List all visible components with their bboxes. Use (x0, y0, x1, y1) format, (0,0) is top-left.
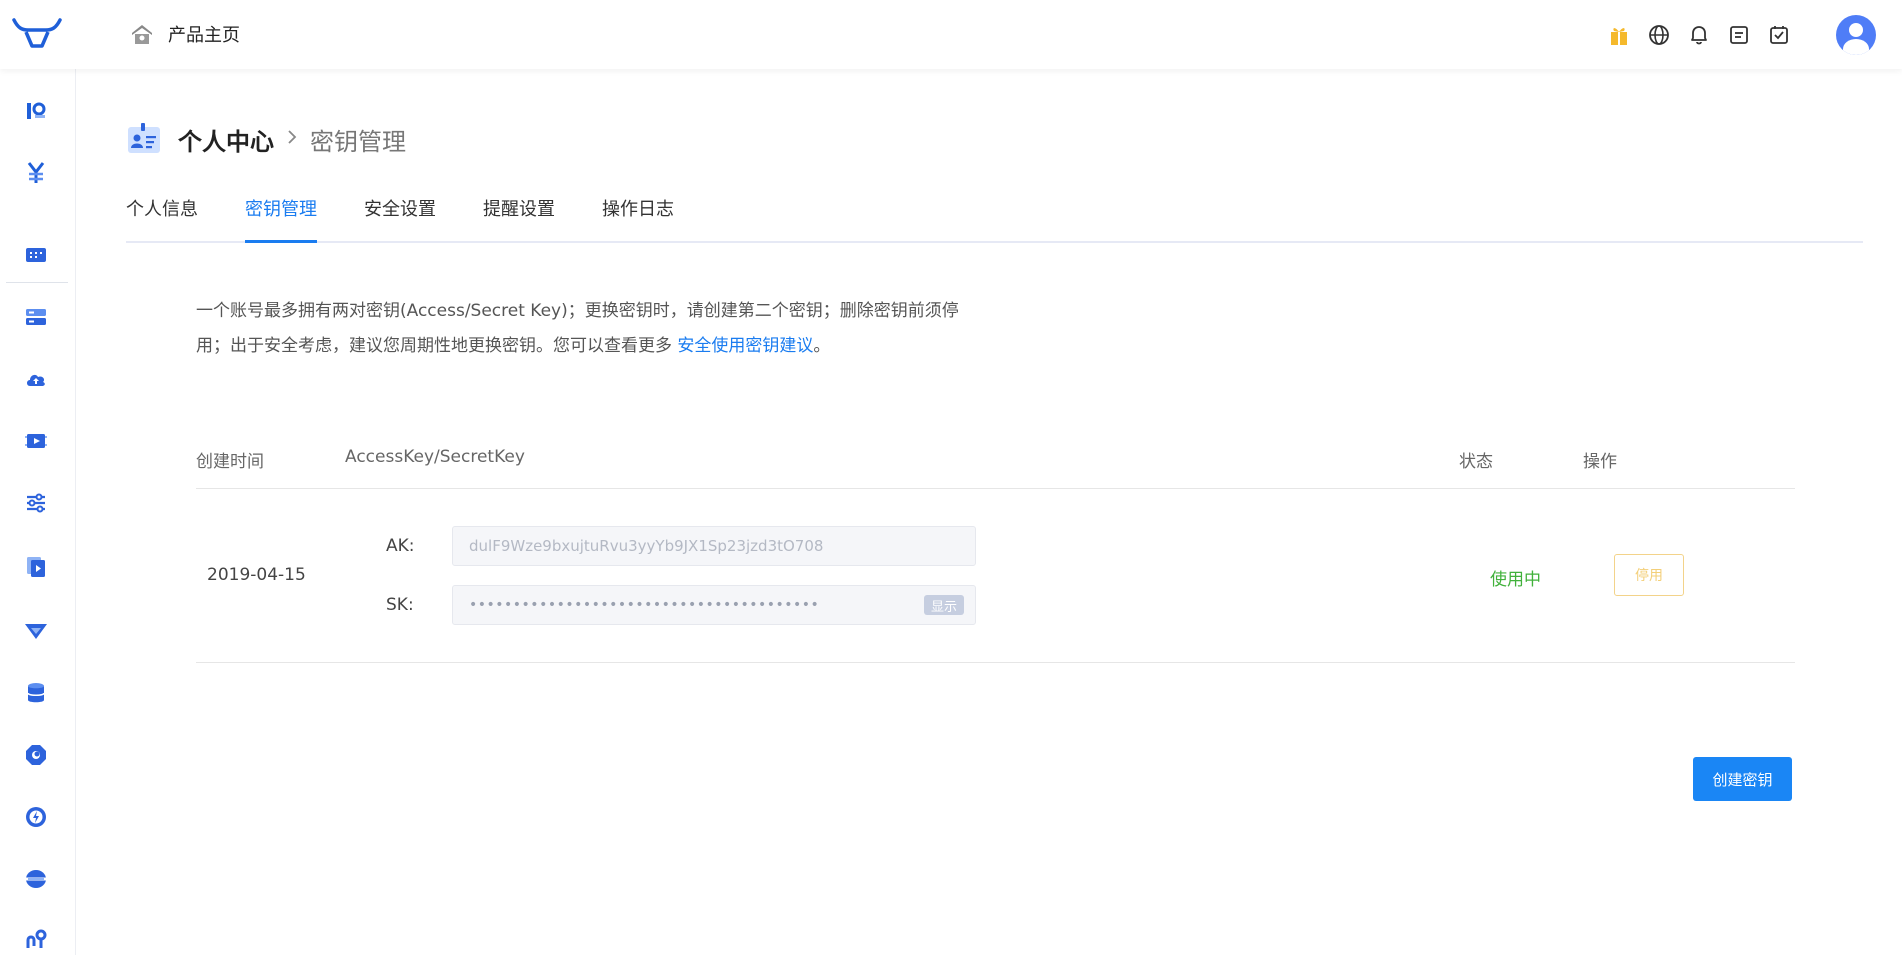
video-file-icon[interactable] (24, 555, 48, 579)
breadcrumb-current: 密钥管理 (310, 127, 406, 156)
tab-operation-log[interactable]: 操作日志 (602, 195, 674, 243)
tab-key-management[interactable]: 密钥管理 (245, 195, 317, 243)
key-profile-icon[interactable] (24, 99, 48, 123)
description-line-2-end: 。 (813, 336, 831, 356)
cloud-upload-icon[interactable] (24, 367, 48, 391)
secret-key-masked-value: •••••••••••••••••••••••••••••••••••••••• (469, 597, 820, 613)
network-icon[interactable] (24, 867, 48, 891)
home-icon (130, 22, 154, 46)
tab-bar: 个人信息 密钥管理 安全设置 提醒设置 操作日志 (126, 189, 1863, 243)
show-secret-button[interactable]: 显示 (924, 595, 964, 615)
header-status: 状态 (1459, 452, 1493, 472)
status-badge: 使用中 (1490, 570, 1541, 590)
header-toolbar (1606, 0, 1902, 69)
chevron-right-icon (286, 127, 298, 152)
header-created-time: 创建时间 (196, 452, 264, 472)
secret-key-field[interactable]: ••••••••••••••••••••••••••••••••••••••••… (452, 585, 976, 625)
breadcrumb: 个人中心 密钥管理 (126, 121, 406, 157)
breadcrumb-title[interactable]: 个人中心 (178, 122, 274, 157)
access-key-field[interactable]: dulF9Wze9bxujtuRvu3yyYb9JX1Sp23jzd3tO708 (452, 526, 976, 566)
user-avatar[interactable] (1836, 14, 1876, 55)
description-line-2: 用；出于安全考虑，建议您周期性地更换密钥。您可以查看更多 安全使用密钥建议。 (196, 329, 996, 364)
table-header: 创建时间 AccessKey/SecretKey 状态 操作 (196, 427, 1795, 489)
sk-label: SK: (386, 595, 414, 615)
tab-reminder-settings[interactable]: 提醒设置 (483, 195, 555, 243)
route-icon[interactable] (24, 927, 48, 951)
gift-icon[interactable] (1606, 22, 1632, 48)
sliders-icon[interactable] (24, 491, 48, 515)
server-icon[interactable] (24, 305, 48, 329)
globe-icon[interactable] (1646, 22, 1672, 48)
create-key-button[interactable]: 创建密钥 (1693, 757, 1792, 801)
tab-personal-info[interactable]: 个人信息 (126, 195, 198, 243)
header-action: 操作 (1583, 452, 1617, 472)
document-icon[interactable] (1726, 22, 1752, 48)
yen-icon[interactable] (24, 161, 48, 185)
main-content: 个人中心 密钥管理 个人信息 密钥管理 安全设置 提醒设置 操作日志 一个账号最… (77, 69, 1902, 955)
product-home-label: 产品主页 (168, 25, 240, 46)
database-icon[interactable] (24, 681, 48, 705)
sidebar-divider (6, 282, 68, 283)
tab-security-settings[interactable]: 安全设置 (364, 195, 436, 243)
key-policy-description: 一个账号最多拥有两对密钥(Access/Secret Key)；更换密钥时，请创… (196, 294, 996, 364)
header-access-secret-key: AccessKey/SecretKey (345, 447, 525, 467)
todo-check-icon[interactable] (1766, 22, 1792, 48)
brand-logo-icon[interactable] (12, 18, 62, 50)
table-row: 2019-04-15 AK: dulF9Wze9bxujtuRvu3yyYb9J… (196, 489, 1795, 663)
id-card-icon (126, 121, 162, 157)
sidebar (0, 69, 76, 955)
created-date: 2019-04-15 (207, 565, 306, 585)
product-home-link[interactable]: 产品主页 (130, 20, 240, 48)
ak-label: AK: (386, 536, 415, 556)
cdn-icon[interactable] (24, 619, 48, 643)
security-key-advice-link[interactable]: 安全使用密钥建议 (677, 336, 813, 356)
disable-key-button[interactable]: 停用 (1614, 554, 1684, 596)
dashboard-icon[interactable] (24, 243, 48, 267)
key-table: 创建时间 AccessKey/SecretKey 状态 操作 2019-04-1… (196, 427, 1795, 663)
description-line-2-text: 用；出于安全考虑，建议您周期性地更换密钥。您可以查看更多 (196, 336, 678, 356)
lightning-icon[interactable] (24, 805, 48, 829)
media-icon[interactable] (24, 429, 48, 453)
description-line-1: 一个账号最多拥有两对密钥(Access/Secret Key)；更换密钥时，请创… (196, 301, 959, 321)
access-key-value: dulF9Wze9bxujtuRvu3yyYb9JX1Sp23jzd3tO708 (469, 537, 824, 555)
top-header: 产品主页 (0, 0, 1902, 69)
security-icon[interactable] (24, 743, 48, 767)
bell-icon[interactable] (1686, 22, 1712, 48)
